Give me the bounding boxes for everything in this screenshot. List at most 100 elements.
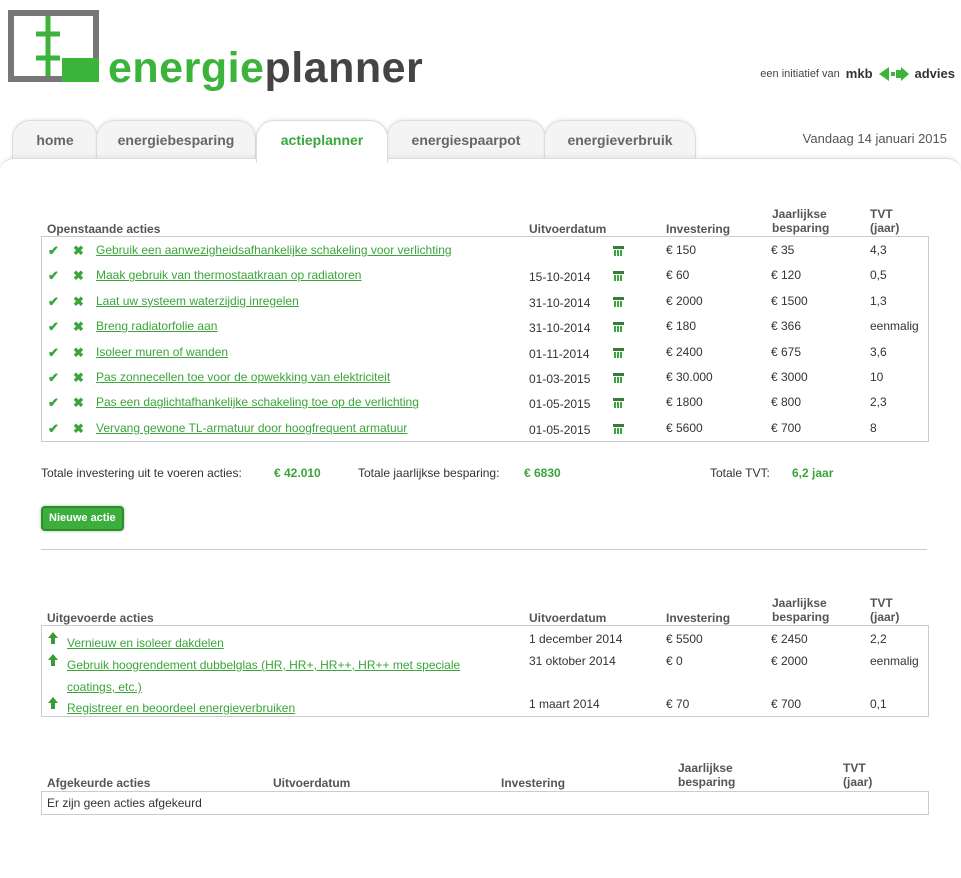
open-action-link[interactable]: Breng radiatorfolie aan xyxy=(96,319,217,333)
check-icon[interactable]: ✔ xyxy=(48,370,59,386)
rej-col-tvt: TVT (jaar) xyxy=(843,761,872,789)
open-action-link[interactable]: Pas zonnecellen toe voor de opwekking va… xyxy=(96,370,390,384)
total-tvt-label: Totale TVT: xyxy=(710,466,770,480)
arrow-up-icon xyxy=(48,697,58,712)
cross-icon[interactable]: ✖ xyxy=(73,243,84,259)
open-action-link[interactable]: Pas een daglichtafhankelijke schakeling … xyxy=(96,395,419,409)
calendar-icon[interactable] xyxy=(613,373,624,384)
arrow-up-icon xyxy=(48,632,58,647)
open-action-tvt: 3,6 xyxy=(870,344,887,359)
calendar-icon[interactable] xyxy=(613,398,624,409)
calendar-icon[interactable] xyxy=(613,347,624,359)
done-col-besparing: Jaarlijkse besparing xyxy=(772,596,829,624)
done-action-tvt: eenmalig xyxy=(870,654,919,668)
cross-icon[interactable]: ✖ xyxy=(73,395,84,411)
partner-mkb: mkb xyxy=(845,66,873,81)
brand-prefix: energie xyxy=(108,44,265,92)
done-action-row: Registreer en beoordeel energieverbruike… xyxy=(42,694,928,716)
done-col-tvt-line1: TVT xyxy=(870,596,893,610)
open-action-row: ✔ ✖ Isoleer muren of wanden 01-11-2014 € 240… xyxy=(42,339,928,364)
tab-energiebesparing[interactable]: energiebesparing xyxy=(96,120,256,161)
open-action-link[interactable]: Maak gebruik van thermostaatkraan op rad… xyxy=(96,268,361,282)
total-tvt-value: 6,2 jaar xyxy=(792,466,834,480)
check-icon[interactable]: ✔ xyxy=(48,294,59,310)
calendar-icon[interactable] xyxy=(613,423,624,435)
col-besparing-line1: Jaarlijkse xyxy=(772,207,827,221)
cross-icon[interactable]: ✖ xyxy=(73,294,84,310)
open-action-link[interactable]: Laat uw systeem waterzijdig inregelen xyxy=(96,294,299,308)
done-actions-title: Uitgevoerde acties xyxy=(47,611,154,625)
col-besparing-line2: besparing xyxy=(772,221,830,235)
check-icon[interactable]: ✔ xyxy=(48,243,59,259)
done-action-tvt: 0,1 xyxy=(870,697,887,711)
rejected-empty-message: Er zijn geen acties afgekeurd xyxy=(47,796,202,810)
cross-icon[interactable]: ✖ xyxy=(73,345,84,361)
tab-home[interactable]: home xyxy=(12,120,98,161)
check-icon[interactable]: ✔ xyxy=(48,395,59,411)
open-action-link[interactable]: Isoleer muren of wanden xyxy=(96,345,228,359)
open-actions-title: Openstaande acties xyxy=(47,222,161,236)
check-icon[interactable]: ✔ xyxy=(48,421,59,437)
done-col-tvt: TVT (jaar) xyxy=(870,596,899,624)
tab-energieverbruik[interactable]: energieverbruik xyxy=(544,120,696,161)
open-action-date: 01-05-2015 xyxy=(529,397,591,412)
open-action-row: ✔ ✖ Maak gebruik van thermostaatkraan op r… xyxy=(42,262,928,287)
done-col-besparing-line1: Jaarlijkse xyxy=(772,596,827,610)
plug-icon xyxy=(878,66,909,81)
open-action-date: 15-10-2014 xyxy=(529,270,591,285)
rej-col-tvt-line1: TVT xyxy=(843,761,866,775)
done-action-text-line2: coatings, etc.) xyxy=(67,680,142,694)
rejected-actions-title: Afgekeurde acties xyxy=(47,776,151,790)
done-action-investment: € 5500 xyxy=(666,632,703,646)
open-action-link[interactable]: Vervang gewone TL-armatuur door hoogfreq… xyxy=(96,421,407,435)
cross-icon[interactable]: ✖ xyxy=(73,268,84,284)
done-col-besparing-line2: besparing xyxy=(772,610,830,624)
done-action-link[interactable]: Registreer en beoordeel energieverbruike… xyxy=(67,697,295,719)
open-action-link[interactable]: Gebruik een aanwezigheidsafhankelijke sc… xyxy=(96,243,452,257)
open-action-investment: € 60 xyxy=(666,268,690,283)
check-icon[interactable]: ✔ xyxy=(48,268,59,284)
calendar-icon[interactable] xyxy=(613,296,624,308)
done-action-savings: € 2450 xyxy=(771,632,808,646)
done-action-row: Vernieuw en isoleer dakdelen 1 december 2… xyxy=(42,629,928,651)
done-action-text: Gebruik hoogrendement dubbelglas (HR, HR… xyxy=(67,658,461,672)
cross-icon[interactable]: ✖ xyxy=(73,319,84,335)
open-action-investment: € 1800 xyxy=(666,395,703,410)
tab-actieplanner[interactable]: actieplanner xyxy=(256,120,388,163)
section-divider xyxy=(41,549,927,550)
done-action-savings: € 2000 xyxy=(771,654,808,668)
check-icon[interactable]: ✔ xyxy=(48,345,59,361)
col-uitvoerdatum: Uitvoerdatum xyxy=(529,222,607,236)
partner-advies: advies xyxy=(914,66,955,81)
open-action-savings: € 35 xyxy=(771,243,795,257)
rej-col-uitvoerdatum: Uitvoerdatum xyxy=(273,776,351,790)
total-investment-value: € 42.010 xyxy=(274,466,321,480)
cross-icon[interactable]: ✖ xyxy=(73,370,84,386)
rej-col-besparing: Jaarlijkse besparing xyxy=(678,761,735,789)
cross-icon[interactable]: ✖ xyxy=(73,421,84,437)
total-savings-value: € 6830 xyxy=(524,466,561,480)
done-action-link[interactable]: Gebruik hoogrendement dubbelglas (HR, HR… xyxy=(67,654,460,698)
calendar-icon[interactable] xyxy=(613,322,624,333)
rejected-actions-table: Er zijn geen acties afgekeurd xyxy=(41,791,929,815)
rej-col-besparing-line2: besparing xyxy=(678,775,736,789)
calendar-icon[interactable] xyxy=(613,246,624,257)
initiative-credit: een initiatief van mkb advies xyxy=(760,66,955,81)
done-action-date: 1 maart 2014 xyxy=(529,697,600,711)
open-action-savings: € 366 xyxy=(771,319,802,334)
open-action-investment: € 2000 xyxy=(666,293,703,308)
open-action-investment: € 5600 xyxy=(666,420,703,435)
new-action-button[interactable]: Nieuwe actie xyxy=(41,506,124,531)
rej-col-tvt-line2: (jaar) xyxy=(843,775,873,789)
tab-energiespaarpot[interactable]: energiespaarpot xyxy=(386,120,546,161)
brand-wordmark: energieplanner xyxy=(108,38,423,98)
done-action-text: Registreer en beoordeel energieverbruike… xyxy=(67,701,296,715)
open-action-tvt: 10 xyxy=(870,370,884,384)
calendar-icon[interactable] xyxy=(613,271,624,282)
brand-suffix: planner xyxy=(264,44,424,92)
open-action-date: 01-11-2014 xyxy=(529,346,590,361)
col-tvt-line1: TVT xyxy=(870,207,893,221)
open-action-date: 01-03-2015 xyxy=(529,372,591,386)
check-icon[interactable]: ✔ xyxy=(48,319,59,335)
done-action-savings: € 700 xyxy=(771,697,802,711)
